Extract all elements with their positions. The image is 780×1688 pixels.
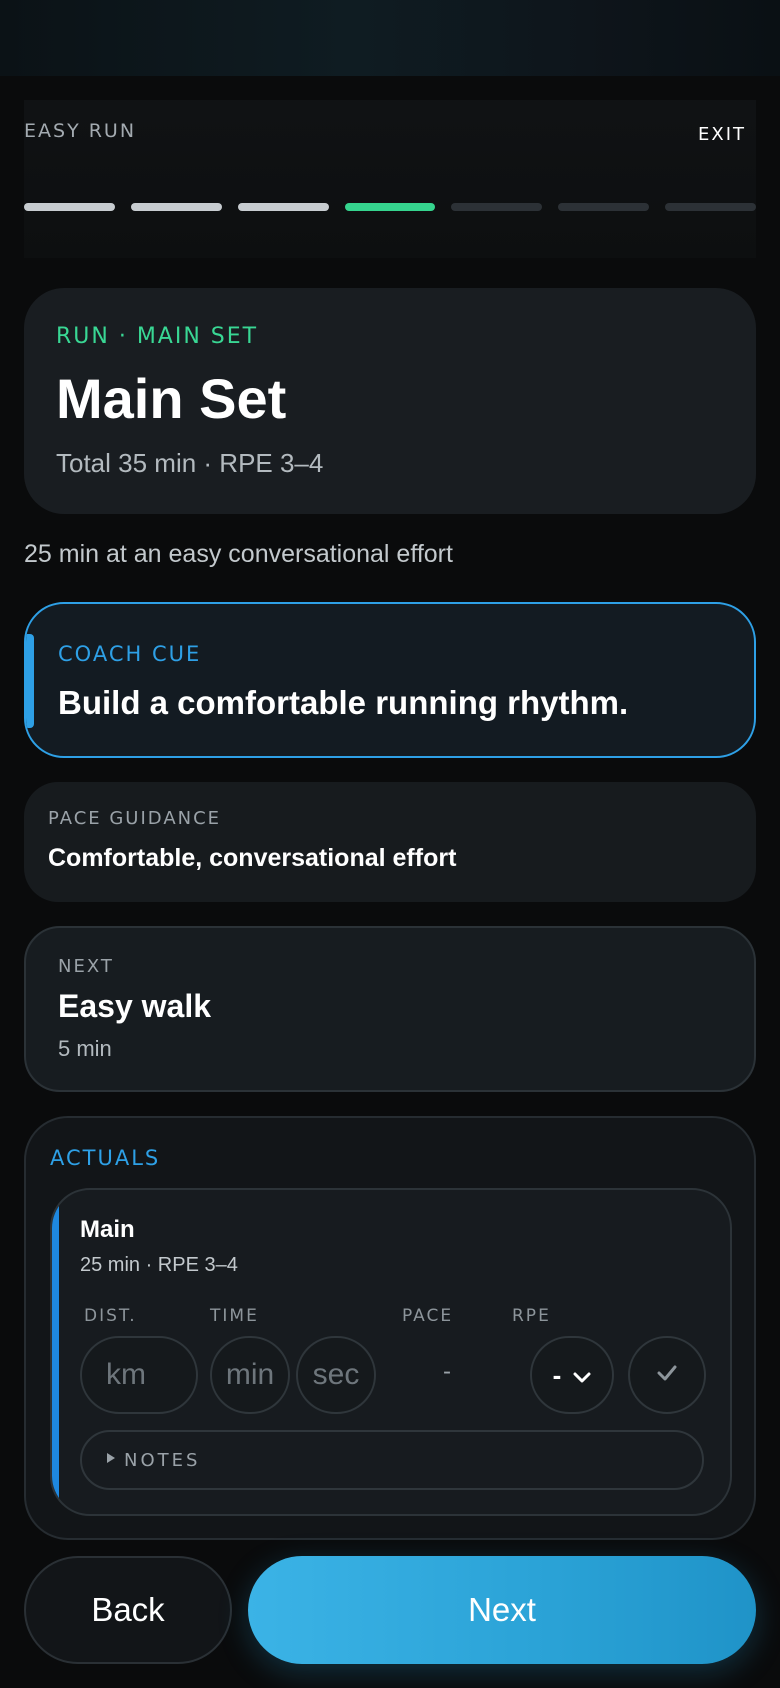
step-description: 25 min at an easy conversational effort	[24, 540, 453, 568]
progress-segment	[24, 203, 115, 211]
check-icon	[657, 1364, 677, 1387]
rpe-column-label: RPE	[512, 1306, 551, 1326]
time-seconds-input[interactable]: sec	[296, 1336, 376, 1414]
entry-accent	[52, 1190, 59, 1514]
chevron-down-icon	[573, 1360, 591, 1391]
workout-header: EASY RUN EXIT	[24, 100, 757, 258]
notes-label: NOTES	[124, 1449, 201, 1471]
back-button[interactable]: Back	[24, 1556, 232, 1664]
progress-segment	[665, 203, 757, 211]
notes-toggle[interactable]: NOTES	[80, 1430, 704, 1490]
triangle-right-icon	[106, 1451, 116, 1469]
step-meta: Total 35 min · RPE 3–4	[56, 448, 324, 478]
progress-segment	[237, 203, 329, 211]
actuals-entry: Main 25 min · RPE 3–4 DIST. TIME PACE RP…	[50, 1188, 732, 1516]
pace-guidance-label: PACE GUIDANCE	[48, 808, 222, 829]
step-title: Main Set	[56, 367, 287, 430]
pace-guidance-text: Comfortable, conversational effort	[48, 844, 457, 872]
pace-column-label: PACE	[402, 1306, 454, 1326]
dist-column-label: DIST.	[84, 1306, 137, 1326]
workout-name: EASY RUN	[24, 120, 137, 142]
actuals-label: ACTUALS	[50, 1146, 161, 1170]
next-step-label: NEXT	[58, 956, 114, 977]
actuals-card: ACTUALS Main 25 min · RPE 3–4 DIST. TIME…	[24, 1116, 756, 1540]
status-bar-area	[0, 0, 780, 76]
entry-sub: 25 min · RPE 3–4	[80, 1254, 238, 1276]
distance-placeholder: km	[106, 1358, 146, 1391]
step-card: RUN · MAIN SET Main Set Total 35 min · R…	[24, 288, 756, 514]
pace-guidance-card: PACE GUIDANCE Comfortable, conversationa…	[24, 782, 756, 902]
confirm-button[interactable]	[628, 1336, 706, 1414]
time-minutes-input[interactable]: min	[210, 1336, 290, 1414]
next-button[interactable]: Next	[248, 1556, 756, 1664]
coach-cue-card: COACH CUE Build a comfortable running rh…	[24, 602, 756, 758]
coach-cue-accent	[26, 634, 34, 728]
time-column-label: TIME	[210, 1306, 259, 1326]
progress-segment-current	[344, 203, 436, 211]
progress-segment	[451, 203, 543, 211]
coach-cue-label: COACH CUE	[58, 642, 202, 666]
next-step-title: Easy walk	[58, 988, 211, 1024]
step-progress	[24, 203, 757, 211]
progress-segment	[558, 203, 650, 211]
entry-name: Main	[80, 1216, 135, 1243]
pace-value: -	[443, 1358, 451, 1385]
progress-segment	[130, 203, 222, 211]
step-kicker: RUN · MAIN SET	[56, 324, 259, 349]
minutes-placeholder: min	[225, 1358, 275, 1391]
distance-input[interactable]: km	[80, 1336, 198, 1414]
next-step-duration: 5 min	[58, 1036, 112, 1061]
coach-cue-text: Build a comfortable running rhythm.	[58, 684, 629, 721]
rpe-select[interactable]: -	[530, 1336, 614, 1414]
exit-button[interactable]: EXIT	[698, 124, 746, 145]
next-step-card: NEXT Easy walk 5 min	[24, 926, 756, 1092]
rpe-value: -	[552, 1359, 562, 1390]
seconds-placeholder: sec	[312, 1358, 360, 1391]
